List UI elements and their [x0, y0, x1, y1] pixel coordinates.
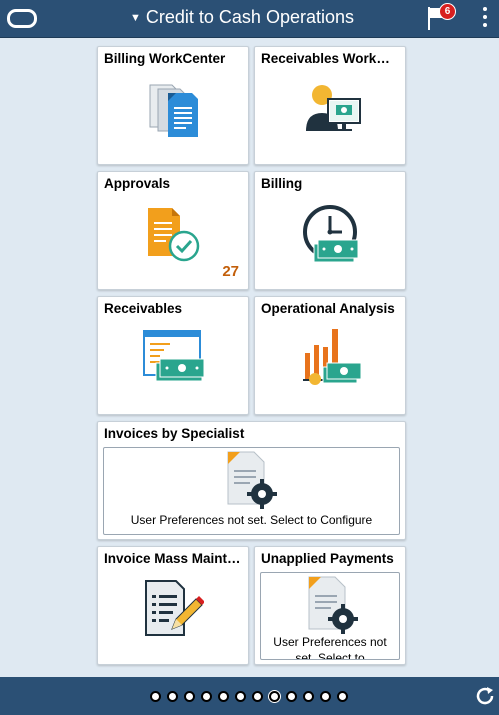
- tile-billing-workcenter[interactable]: Billing WorkCenter: [97, 46, 249, 165]
- tile-title: Unapplied Payments: [261, 551, 394, 566]
- tile-title: Billing: [261, 176, 303, 191]
- documents-icon: [149, 84, 198, 137]
- person-monitor-icon: [306, 85, 361, 131]
- tile-title: Invoices by Specialist: [104, 426, 245, 441]
- tile-invoice-mass-maintenance[interactable]: Invoice Mass Maintenance: [97, 546, 249, 665]
- tile-title: Approvals: [104, 176, 171, 191]
- tile-approvals[interactable]: Approvals 27: [97, 171, 249, 290]
- document-edit-icon: [145, 580, 204, 636]
- configure-message-line-2: set. Select to: [295, 651, 365, 660]
- tile-title: Billing WorkCenter: [104, 51, 226, 66]
- approval-document-icon: [148, 208, 200, 262]
- page-dot[interactable]: [167, 691, 178, 702]
- page-dot[interactable]: [218, 691, 229, 702]
- refresh-icon[interactable]: [474, 685, 496, 707]
- page-dot[interactable]: [269, 691, 280, 702]
- page-title-dropdown[interactable]: ▼ Credit to Cash Operations: [130, 7, 354, 28]
- document-settings-icon: [308, 576, 358, 634]
- oracle-logo-icon[interactable]: [7, 9, 37, 28]
- page-dot[interactable]: [184, 691, 195, 702]
- bar-chart-money-icon: [303, 329, 362, 385]
- page-dot[interactable]: [150, 691, 161, 702]
- tile-receivables-workcenter[interactable]: Receivables WorkCenter: [254, 46, 406, 165]
- notification-count-badge: 6: [439, 3, 456, 20]
- header-bar: ▼ Credit to Cash Operations 6: [0, 0, 499, 38]
- tile-billing[interactable]: Billing: [254, 171, 406, 290]
- actions-menu-icon[interactable]: [480, 7, 490, 31]
- caret-down-icon: ▼: [130, 11, 141, 24]
- tile-title: Invoice Mass Maintenance: [104, 551, 242, 566]
- clock-money-icon: [303, 205, 359, 263]
- footer-bar: [0, 677, 499, 715]
- page-dot[interactable]: [337, 691, 348, 702]
- page-dot[interactable]: [235, 691, 246, 702]
- configure-panel[interactable]: User Preferences not set. Select to: [260, 572, 400, 660]
- tile-title: Operational Analysis: [261, 301, 395, 316]
- configure-message: User Preferences not set. Select to Conf…: [130, 513, 373, 527]
- page-dot[interactable]: [201, 691, 212, 702]
- document-settings-icon: [227, 451, 277, 509]
- spreadsheet-money-icon: [143, 330, 205, 382]
- tile-receivables[interactable]: Receivables: [97, 296, 249, 415]
- tile-invoices-by-specialist[interactable]: Invoices by Specialist User Preferences …: [97, 421, 406, 540]
- page-dot[interactable]: [320, 691, 331, 702]
- tile-operational-analysis[interactable]: Operational Analysis: [254, 296, 406, 415]
- page-indicator[interactable]: [150, 691, 354, 702]
- approvals-count: 27: [222, 263, 239, 280]
- tile-title: Receivables: [104, 301, 183, 316]
- page-title: Credit to Cash Operations: [145, 7, 354, 27]
- page-dot[interactable]: [303, 691, 314, 702]
- configure-message-line-1: User Preferences not: [273, 635, 387, 649]
- tile-title: Receivables WorkCenter: [261, 51, 399, 66]
- configure-panel[interactable]: User Preferences not set. Select to Conf…: [103, 447, 400, 535]
- page-dot[interactable]: [252, 691, 263, 702]
- tile-unapplied-payments[interactable]: Unapplied Payments User Preferences not …: [254, 546, 406, 665]
- page-dot[interactable]: [286, 691, 297, 702]
